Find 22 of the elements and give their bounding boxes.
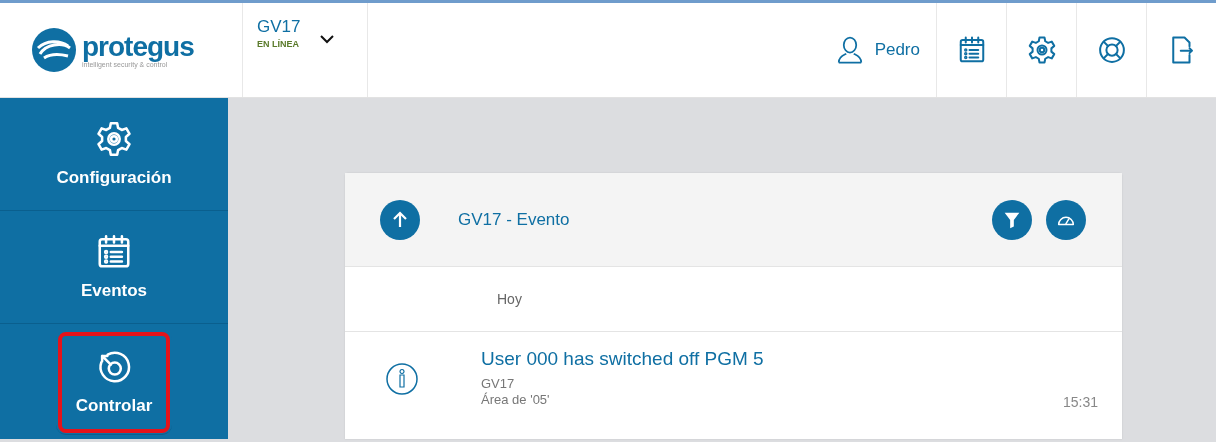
device-status: EN LÍNEA <box>257 39 300 49</box>
chevron-down-icon[interactable] <box>320 35 335 44</box>
swirl-logo-icon <box>30 26 78 74</box>
info-icon <box>385 362 419 396</box>
user-menu-button[interactable]: Pedro <box>834 3 936 97</box>
event-device: GV17 <box>481 376 516 392</box>
event-time: 15:31 <box>1062 394 1098 410</box>
lifebuoy-icon <box>1096 35 1127 65</box>
event-title[interactable]: User 000 has switched off PGM 5 <box>481 348 764 370</box>
action-button[interactable] <box>1046 199 1086 240</box>
panel-title: GV17 - Evento <box>458 209 571 230</box>
action-button[interactable] <box>992 199 1032 240</box>
settings-icon <box>1026 35 1057 65</box>
arrow-up-icon <box>391 210 409 229</box>
day-heading: Hoy <box>497 291 522 307</box>
calendar-list-icon <box>95 233 133 271</box>
brand-name: protegus <box>82 32 194 61</box>
event-area: Área de '05' <box>481 392 764 408</box>
settings-icon <box>95 120 133 158</box>
scroll-up-button[interactable] <box>380 199 420 240</box>
sidebar-item[interactable]: Controlar <box>56 330 172 435</box>
device-name: GV17 <box>257 17 301 37</box>
